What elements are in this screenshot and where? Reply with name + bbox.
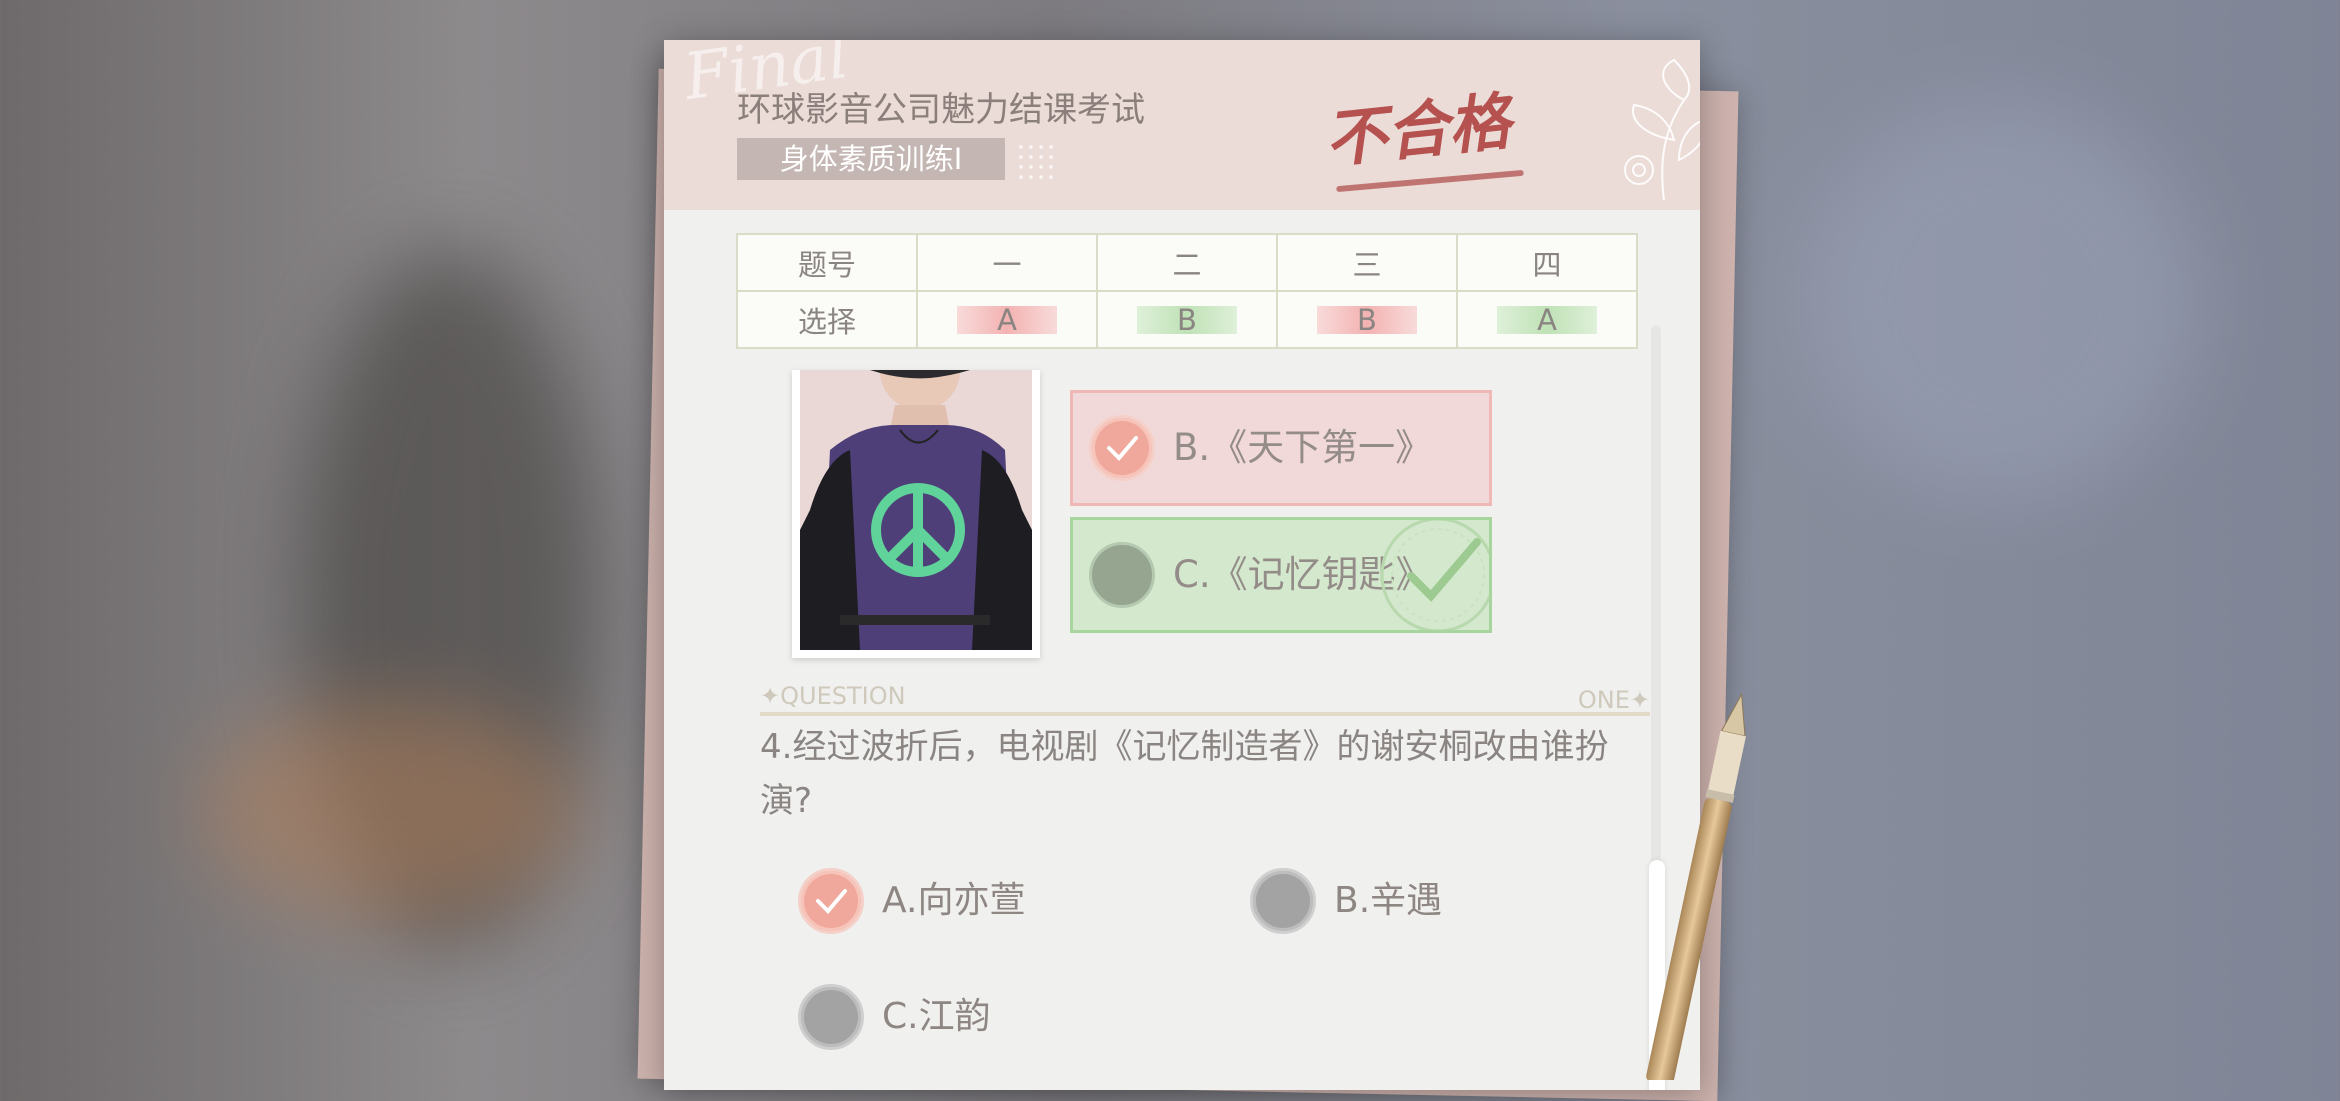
q4-option-b-label: B.辛遇 xyxy=(1334,880,1443,921)
question-banner: ✦QUESTION ONE✦ xyxy=(760,682,1650,722)
answer-summary-table: 题号 一 二 三 四 选择 A B B A xyxy=(736,233,1638,349)
exam-title: 环球影音公司魅力结课考试 xyxy=(737,90,1145,130)
q4-option-a-label: A.向亦萱 xyxy=(882,880,1026,921)
background-blur-orange xyxy=(200,700,580,920)
result-stamp: 不合格 xyxy=(1321,84,1514,177)
background-blur-light xyxy=(1800,100,2200,500)
table-row-label: 选择 xyxy=(736,290,918,349)
selected-circle xyxy=(798,868,864,934)
correct-check-icon xyxy=(1380,520,1489,630)
answer-mark-wrong: A xyxy=(957,305,1057,334)
q3-option-b-label: B.《天下第一》 xyxy=(1173,426,1433,469)
check-icon xyxy=(816,889,847,914)
answer-mark-wrong: B xyxy=(1317,305,1417,334)
unselected-circle xyxy=(1250,868,1316,934)
table-column-2: 二 xyxy=(1096,233,1278,292)
question-4-text: 4.经过波折后，电视剧《记忆制造者》的谢安桐改由谁扮演? xyxy=(760,727,1609,821)
question-banner-left-text: QUESTION xyxy=(780,682,906,710)
dots-decoration xyxy=(1016,142,1056,182)
answer-mark-correct: A xyxy=(1497,305,1597,334)
pen-icon xyxy=(1646,692,1746,1080)
flower-decoration xyxy=(1624,58,1700,201)
unselected-circle xyxy=(798,984,864,1050)
q3-option-b[interactable]: B.《天下第一》 xyxy=(1070,390,1492,506)
table-column-3: 三 xyxy=(1276,233,1458,292)
character-portrait xyxy=(792,370,1040,658)
table-header-row: 题号 一 二 三 四 xyxy=(736,233,1638,292)
table-column-1: 一 xyxy=(916,233,1098,292)
exam-header: Final 环球影音公司魅力结课考试 身体素质训练Ⅰ 不合格 xyxy=(664,40,1700,210)
table-header-label: 题号 xyxy=(736,233,918,292)
answer-cell-2[interactable]: B xyxy=(1096,290,1278,349)
question-banner-left: ✦QUESTION xyxy=(760,682,906,710)
answer-cell-4[interactable]: A xyxy=(1456,290,1638,349)
q3-option-c[interactable]: C.《记忆钥匙》 xyxy=(1070,517,1492,633)
question-banner-right-text: ONE xyxy=(1577,686,1630,714)
table-answer-row: 选择 A B B A xyxy=(736,290,1638,349)
question-divider xyxy=(760,712,1650,716)
exam-paper: Final 环球影音公司魅力结课考试 身体素质训练Ⅰ 不合格 题号 一 二 三 … xyxy=(664,40,1700,1090)
character-illustration xyxy=(800,370,1032,650)
answer-cell-1[interactable]: A xyxy=(916,290,1098,349)
table-column-4: 四 xyxy=(1456,233,1638,292)
q4-option-c-label: C.江韵 xyxy=(882,996,991,1037)
answer-cell-3[interactable]: B xyxy=(1276,290,1458,349)
check-icon xyxy=(1107,436,1138,461)
answer-mark-correct: B xyxy=(1137,305,1237,334)
exam-subject-tag: 身体素质训练Ⅰ xyxy=(737,138,1005,180)
selected-circle xyxy=(1089,415,1155,481)
option-circle xyxy=(1089,542,1155,608)
